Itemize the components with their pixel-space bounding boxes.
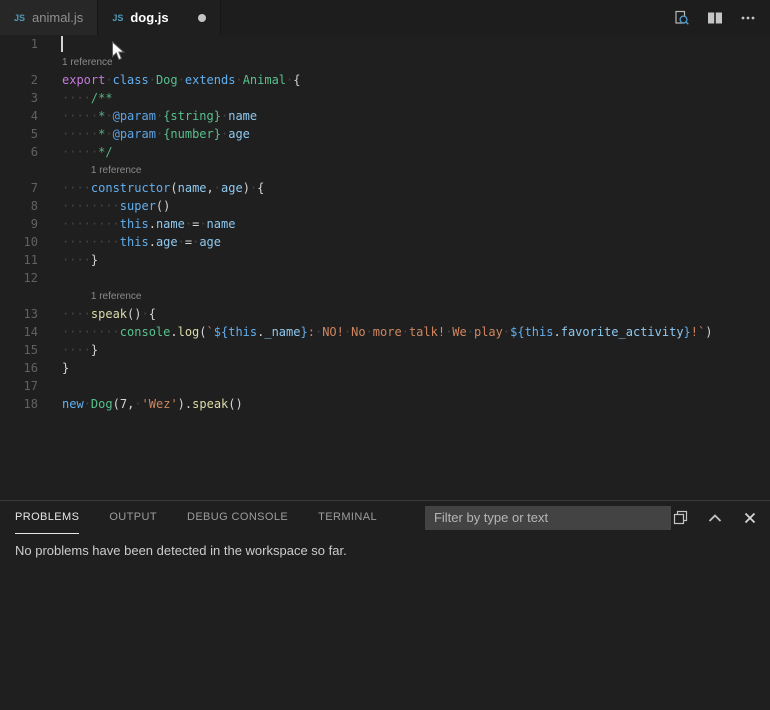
editor-actions xyxy=(673,0,770,35)
code-line-content: } xyxy=(38,359,69,377)
unsaved-changes-icon[interactable] xyxy=(198,14,206,22)
code-line-content: ········this.name·=·name xyxy=(38,215,235,233)
code-line[interactable]: 17 xyxy=(0,377,770,395)
line-number[interactable] xyxy=(0,287,38,305)
panel-actions xyxy=(671,509,770,527)
problems-filter-input[interactable] xyxy=(425,506,671,530)
editor-tab-dog.js[interactable]: JS dog.js xyxy=(98,0,220,35)
line-number[interactable]: 7 xyxy=(0,179,38,197)
split-editor-icon[interactable] xyxy=(706,9,724,27)
line-number[interactable]: 3 xyxy=(0,89,38,107)
bottom-panel: PROBLEMS OUTPUT DEBUG CONSOLE TERMINAL xyxy=(0,500,770,710)
editor-tab-bar: JS animal.js JS dog.js xyxy=(0,0,770,35)
code-line[interactable]: 8········super() xyxy=(0,197,770,215)
line-number[interactable]: 9 xyxy=(0,215,38,233)
code-line[interactable]: 4·····*·@param·{string}·name xyxy=(0,107,770,125)
code-line-content: ·····*/ xyxy=(38,143,113,161)
line-number[interactable]: 2 xyxy=(0,71,38,89)
code-line[interactable]: 16} xyxy=(0,359,770,377)
line-number[interactable]: 13 xyxy=(0,305,38,323)
codelens-reference-link[interactable]: 1 reference xyxy=(38,53,113,71)
codelens-reference-link[interactable]: 1 reference xyxy=(38,287,141,305)
codelens-row: 1 reference xyxy=(0,161,770,179)
code-line[interactable]: 12 xyxy=(0,269,770,287)
code-line[interactable]: 7····constructor(name,·age)·{ xyxy=(0,179,770,197)
line-number[interactable]: 6 xyxy=(0,143,38,161)
panel-tab-problems[interactable]: PROBLEMS xyxy=(15,501,79,534)
code-line-content xyxy=(38,377,62,395)
line-number[interactable]: 18 xyxy=(0,395,38,413)
js-file-icon: JS xyxy=(112,13,123,23)
panel-tab-debug-console[interactable]: DEBUG CONSOLE xyxy=(187,501,288,534)
panel-tab-output[interactable]: OUTPUT xyxy=(109,501,157,534)
line-number[interactable]: 5 xyxy=(0,125,38,143)
code-line[interactable]: 11····} xyxy=(0,251,770,269)
code-line-content: ····speak()·{ xyxy=(38,305,156,323)
problems-message: No problems have been detected in the wo… xyxy=(0,534,770,558)
close-panel-icon[interactable] xyxy=(741,509,759,527)
code-line[interactable]: 6·····*/ xyxy=(0,143,770,161)
editor-rows: 11 reference2export·class·Dog·extends·An… xyxy=(0,35,770,413)
line-number[interactable] xyxy=(0,161,38,179)
code-line[interactable]: 15····} xyxy=(0,341,770,359)
panel-tabs: PROBLEMS OUTPUT DEBUG CONSOLE TERMINAL xyxy=(15,501,407,534)
more-actions-icon[interactable] xyxy=(739,9,757,27)
code-line-content: export·class·Dog·extends·Animal·{ xyxy=(38,71,301,89)
open-preview-icon[interactable] xyxy=(673,9,691,27)
line-number[interactable]: 14 xyxy=(0,323,38,341)
line-number[interactable]: 1 xyxy=(0,35,38,53)
tab-label: animal.js xyxy=(32,10,83,25)
code-line-content: ·····*·@param·{string}·name xyxy=(38,107,257,125)
code-line[interactable]: 5·····*·@param·{number}·age xyxy=(0,125,770,143)
code-line-content: ····constructor(name,·age)·{ xyxy=(38,179,264,197)
code-line-content: ····/** xyxy=(38,89,113,107)
codelens-row: 1 reference xyxy=(0,287,770,305)
editor-tabs: JS animal.js JS dog.js xyxy=(0,0,221,35)
line-number[interactable] xyxy=(0,53,38,71)
code-line[interactable]: 13····speak()·{ xyxy=(0,305,770,323)
line-number[interactable]: 16 xyxy=(0,359,38,377)
code-line[interactable]: 10········this.age·=·age xyxy=(0,233,770,251)
codelens-row: 1 reference xyxy=(0,53,770,71)
collapse-all-icon[interactable] xyxy=(671,509,689,527)
panel-header: PROBLEMS OUTPUT DEBUG CONSOLE TERMINAL xyxy=(0,501,770,534)
line-number[interactable]: 4 xyxy=(0,107,38,125)
code-line[interactable]: 2export·class·Dog·extends·Animal·{ xyxy=(0,71,770,89)
code-line[interactable]: 1 xyxy=(0,35,770,53)
code-line-content: ········console.log(`${this._name}:·NO!·… xyxy=(38,323,712,341)
code-line[interactable]: 9········this.name·=·name xyxy=(0,215,770,233)
vscode-window: JS animal.js JS dog.js xyxy=(0,0,770,710)
code-line-content: ·····*·@param·{number}·age xyxy=(38,125,250,143)
js-file-icon: JS xyxy=(14,13,25,23)
line-number[interactable]: 8 xyxy=(0,197,38,215)
code-line[interactable]: 14········console.log(`${this._name}:·NO… xyxy=(0,323,770,341)
line-number[interactable]: 12 xyxy=(0,269,38,287)
code-line-content xyxy=(38,269,62,287)
tab-label: dog.js xyxy=(130,10,168,25)
panel-tab-terminal[interactable]: TERMINAL xyxy=(318,501,377,534)
codelens-reference-link[interactable]: 1 reference xyxy=(38,161,141,179)
maximize-panel-icon[interactable] xyxy=(706,509,724,527)
code-line-content: ········super() xyxy=(38,197,170,215)
code-line-content: new·Dog(7,·'Wez').speak() xyxy=(38,395,243,413)
text-caret xyxy=(61,36,63,52)
code-editor[interactable]: 11 reference2export·class·Dog·extends·An… xyxy=(0,35,770,500)
line-number[interactable]: 15 xyxy=(0,341,38,359)
code-line[interactable]: 3····/** xyxy=(0,89,770,107)
editor-tab-animal.js[interactable]: JS animal.js xyxy=(0,0,98,35)
code-line[interactable]: 18new·Dog(7,·'Wez').speak() xyxy=(0,395,770,413)
line-number[interactable]: 11 xyxy=(0,251,38,269)
code-line-content: ····} xyxy=(38,341,98,359)
code-line-content: ········this.age·=·age xyxy=(38,233,221,251)
code-line-content: ····} xyxy=(38,251,98,269)
line-number[interactable]: 17 xyxy=(0,377,38,395)
line-number[interactable]: 10 xyxy=(0,233,38,251)
code-line-content xyxy=(38,35,62,53)
